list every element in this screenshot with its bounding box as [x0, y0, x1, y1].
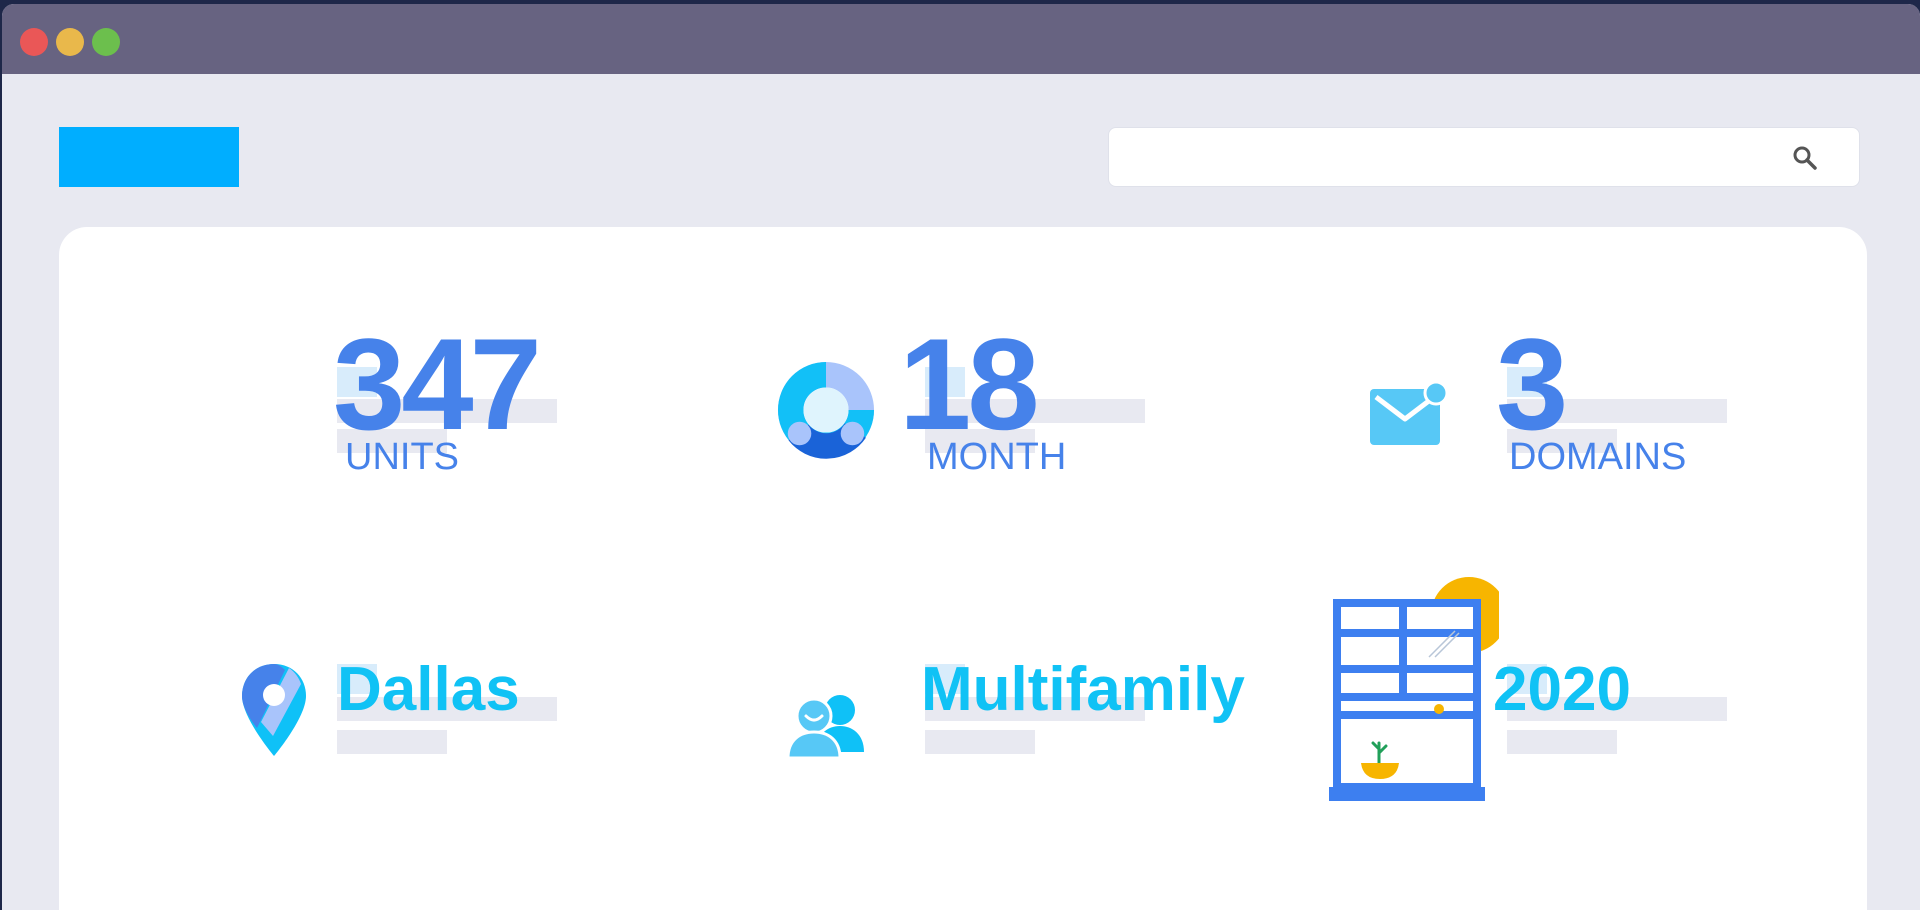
location-pin-icon: [242, 664, 306, 756]
property-type-text: Multifamily: [921, 655, 1245, 724]
units-label: UNITS: [345, 436, 459, 478]
placeholder-bar: [337, 730, 447, 754]
units-value: 347: [333, 311, 542, 457]
donut-chart-icon: [777, 361, 875, 459]
domains-label: DOMAINS: [1509, 436, 1687, 478]
close-window-button[interactable]: [20, 28, 48, 56]
month-value: 18: [899, 311, 1040, 457]
search-bar[interactable]: [1108, 127, 1860, 188]
minimize-window-button[interactable]: [56, 28, 84, 56]
people-icon: [786, 695, 864, 758]
title-bar: [2, 4, 1920, 74]
month-label: MONTH: [927, 436, 1067, 478]
year-text: 2020: [1493, 655, 1631, 724]
search-icon[interactable]: [1791, 144, 1819, 172]
placeholder-bar: [1507, 730, 1617, 754]
summary-card: 347 UNITS 18 MONTH 3 DOMAINS Dallas Mult…: [59, 227, 1867, 910]
domains-value: 3: [1496, 311, 1568, 457]
maximize-window-button[interactable]: [92, 28, 120, 56]
browser-window: 347 UNITS 18 MONTH 3 DOMAINS Dallas Mult…: [2, 4, 1920, 910]
location-text: Dallas: [337, 655, 520, 724]
search-input[interactable]: [1127, 128, 1791, 188]
mail-icon: [1370, 380, 1448, 445]
brand-logo[interactable]: [59, 127, 239, 187]
window-illustration-icon: [1329, 577, 1499, 801]
placeholder-bar: [925, 730, 1035, 754]
